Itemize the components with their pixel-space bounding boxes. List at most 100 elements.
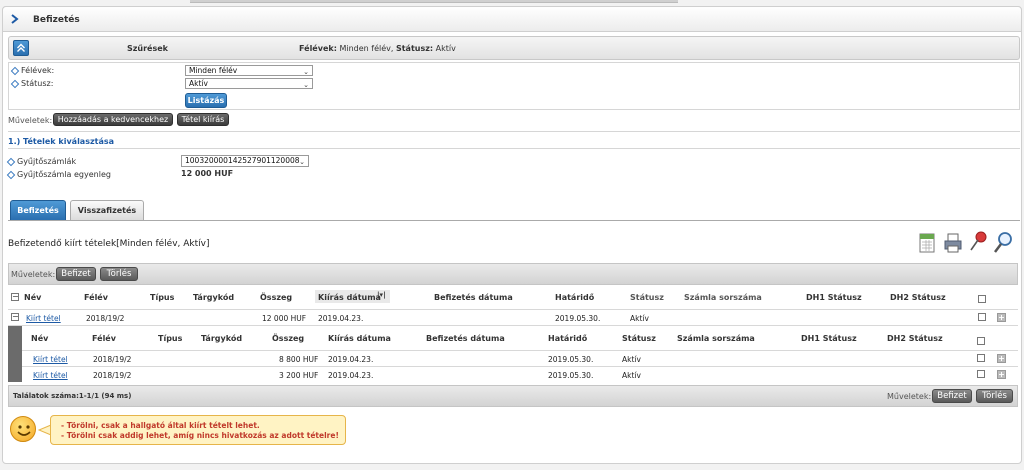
footer-delete-button[interactable]: Törlés [976, 389, 1013, 403]
col-befizetes[interactable]: Befizetés dátuma [434, 293, 513, 302]
page-header: Befizetés [2, 6, 1022, 32]
col-szamla[interactable]: Számla sorszáma [684, 293, 762, 302]
top-ops-label: Műveletek: [8, 116, 53, 125]
subrow1-name-link[interactable]: Kiírt tétel [33, 355, 68, 364]
table-row [8, 310, 1018, 325]
row-statusz: Aktív [630, 314, 649, 323]
subcol-felev[interactable]: Félév [92, 334, 116, 343]
chevron-down-icon: ⌄ [303, 68, 309, 76]
statusz-label-text: Státusz: [21, 79, 54, 88]
subcol-hatarido[interactable]: Határidő [548, 334, 587, 343]
col-statusz[interactable]: Státusz [630, 293, 664, 302]
subcol-targykod[interactable]: Tárgykód [201, 334, 242, 343]
summary-key1: Félévek: [299, 44, 337, 53]
row-name-link[interactable]: Kiírt tétel [26, 314, 61, 323]
subrow1-checkbox[interactable] [977, 354, 985, 362]
subrow2-checkbox[interactable] [977, 370, 985, 378]
subrow1-statusz: Aktív [622, 355, 641, 364]
list-button[interactable]: Listázás [185, 93, 227, 108]
subrow2-statusz: Aktív [622, 371, 641, 380]
bullet-icon [6, 157, 16, 166]
subrow2-osszeg: 3 200 HUF [279, 371, 319, 380]
row-osszeg: 12 000 HUF [262, 314, 307, 323]
egyenleg-value: 12 000 HUF [181, 169, 234, 178]
felevek-select-value: Minden félév [189, 66, 238, 75]
result-count: Találatok száma:1-1/1 (94 ms) [13, 392, 132, 400]
subcol-tipus[interactable]: Típus [158, 334, 182, 343]
filter-bar: Szűrések Félévek: Minden félév, Státusz:… [8, 36, 1020, 60]
row-kiiras: 2019.04.23. [318, 314, 364, 323]
footer-pay-button[interactable]: Befizet [932, 389, 972, 403]
sub-select-all-checkbox[interactable] [977, 337, 985, 345]
summary-key2: Státusz: [395, 44, 434, 53]
excel-export-icon[interactable] [918, 232, 936, 254]
row-checkbox[interactable] [978, 313, 986, 321]
felevek-label-text: Félévek: [21, 66, 55, 75]
statusz-label: Státusz: [10, 79, 54, 88]
add-favorite-button[interactable]: Hozzáadás a kedvencekhez [53, 113, 173, 126]
subcol-dh1[interactable]: DH1 Státusz [801, 334, 857, 343]
statusz-select[interactable]: Aktív ⌄ [185, 78, 313, 89]
print-item-button[interactable]: Tétel kiírás [177, 113, 229, 126]
subtable-gutter [8, 326, 22, 382]
gyujto-select[interactable]: 10032000014252790112000​8 ⌄ [181, 155, 309, 167]
subcol-nev[interactable]: Név [31, 334, 48, 343]
row-felev: 2018/19/2 [86, 314, 125, 323]
delete-button[interactable]: Törlés [100, 267, 138, 281]
sort-desc-icon[interactable]: |▾| [377, 291, 386, 299]
egyenleg-label-text: Gyűjtőszámla egyenleg [17, 170, 111, 179]
col-hatarido[interactable]: Határidő [555, 293, 594, 302]
bullet-icon [10, 79, 20, 88]
row-expand-icon[interactable]: + [997, 313, 1006, 322]
chevron-right-icon[interactable] [11, 14, 19, 24]
gyujto-label: Gyűjtőszámlák [6, 157, 76, 166]
col-dh2[interactable]: DH2 Státusz [890, 293, 946, 302]
tab-befizetes[interactable]: Befizetés [10, 200, 66, 220]
list-ops-label: Műveletek: [11, 270, 56, 279]
subcol-osszeg[interactable]: Összeg [272, 334, 304, 343]
subrow1-hatarido: 2019.05.30. [548, 355, 594, 364]
pin-icon[interactable] [968, 230, 988, 254]
subrow1-expand-icon[interactable]: + [997, 354, 1006, 363]
collapse-all-icon[interactable]: − [11, 293, 19, 301]
chevron-down-icon: ⌄ [299, 158, 305, 166]
col-nev[interactable]: Név [24, 293, 41, 302]
subrow2-expand-icon[interactable]: + [997, 370, 1006, 379]
subcol-szamla[interactable]: Számla sorszáma [677, 334, 755, 343]
pay-button[interactable]: Befizet [56, 267, 96, 281]
subrow2-felev: 2018/19/2 [93, 371, 132, 380]
col-dh1[interactable]: DH1 Státusz [806, 293, 862, 302]
col-felev[interactable]: Félév [84, 293, 108, 302]
chevron-down-icon: ⌄ [303, 81, 309, 89]
row-divider [22, 350, 1018, 351]
subcol-kiiras[interactable]: Kiírás dátuma [328, 334, 391, 343]
subrow2-name-link[interactable]: Kiírt tétel [33, 371, 68, 380]
search-icon[interactable] [993, 230, 1013, 256]
filter-summary: Félévek: Minden félév, Státusz: Aktív [299, 44, 456, 53]
select-all-checkbox[interactable] [978, 295, 986, 303]
section-title: 1.) Tételek kiválasztása [8, 137, 115, 146]
col-osszeg[interactable]: Összeg [260, 293, 292, 302]
statusz-select-value: Aktív [189, 79, 208, 88]
bullet-icon [6, 170, 16, 179]
col-kiiras[interactable]: Kiírás dátuma [318, 293, 381, 302]
egyenleg-label: Gyűjtőszámla egyenleg [6, 170, 111, 179]
collapse-up-icon[interactable] [13, 40, 29, 56]
subcol-befizetes[interactable]: Befizetés dátuma [426, 334, 505, 343]
list-footer [8, 385, 1018, 407]
filter-box [8, 62, 1020, 110]
list-title: Befizetendő kiírt tételek[Minden félév, … [8, 239, 210, 249]
tab-visszafizetes[interactable]: Visszafizetés [70, 200, 144, 220]
subcol-dh2[interactable]: DH2 Státusz [887, 334, 943, 343]
row-divider [8, 325, 1018, 326]
felevek-select[interactable]: Minden félév ⌄ [185, 65, 313, 76]
subcol-statusz[interactable]: Státusz [622, 334, 656, 343]
row-collapse-icon[interactable]: − [11, 313, 19, 321]
summary-val1: Minden félév, [339, 44, 394, 53]
print-icon[interactable] [943, 232, 963, 254]
page-title: Befizetés [33, 15, 80, 25]
subrow1-felev: 2018/19/2 [93, 355, 132, 364]
col-tipus[interactable]: Típus [150, 293, 174, 302]
felevek-label: Félévek: [10, 66, 55, 75]
col-targykod[interactable]: Tárgykód [193, 293, 234, 302]
